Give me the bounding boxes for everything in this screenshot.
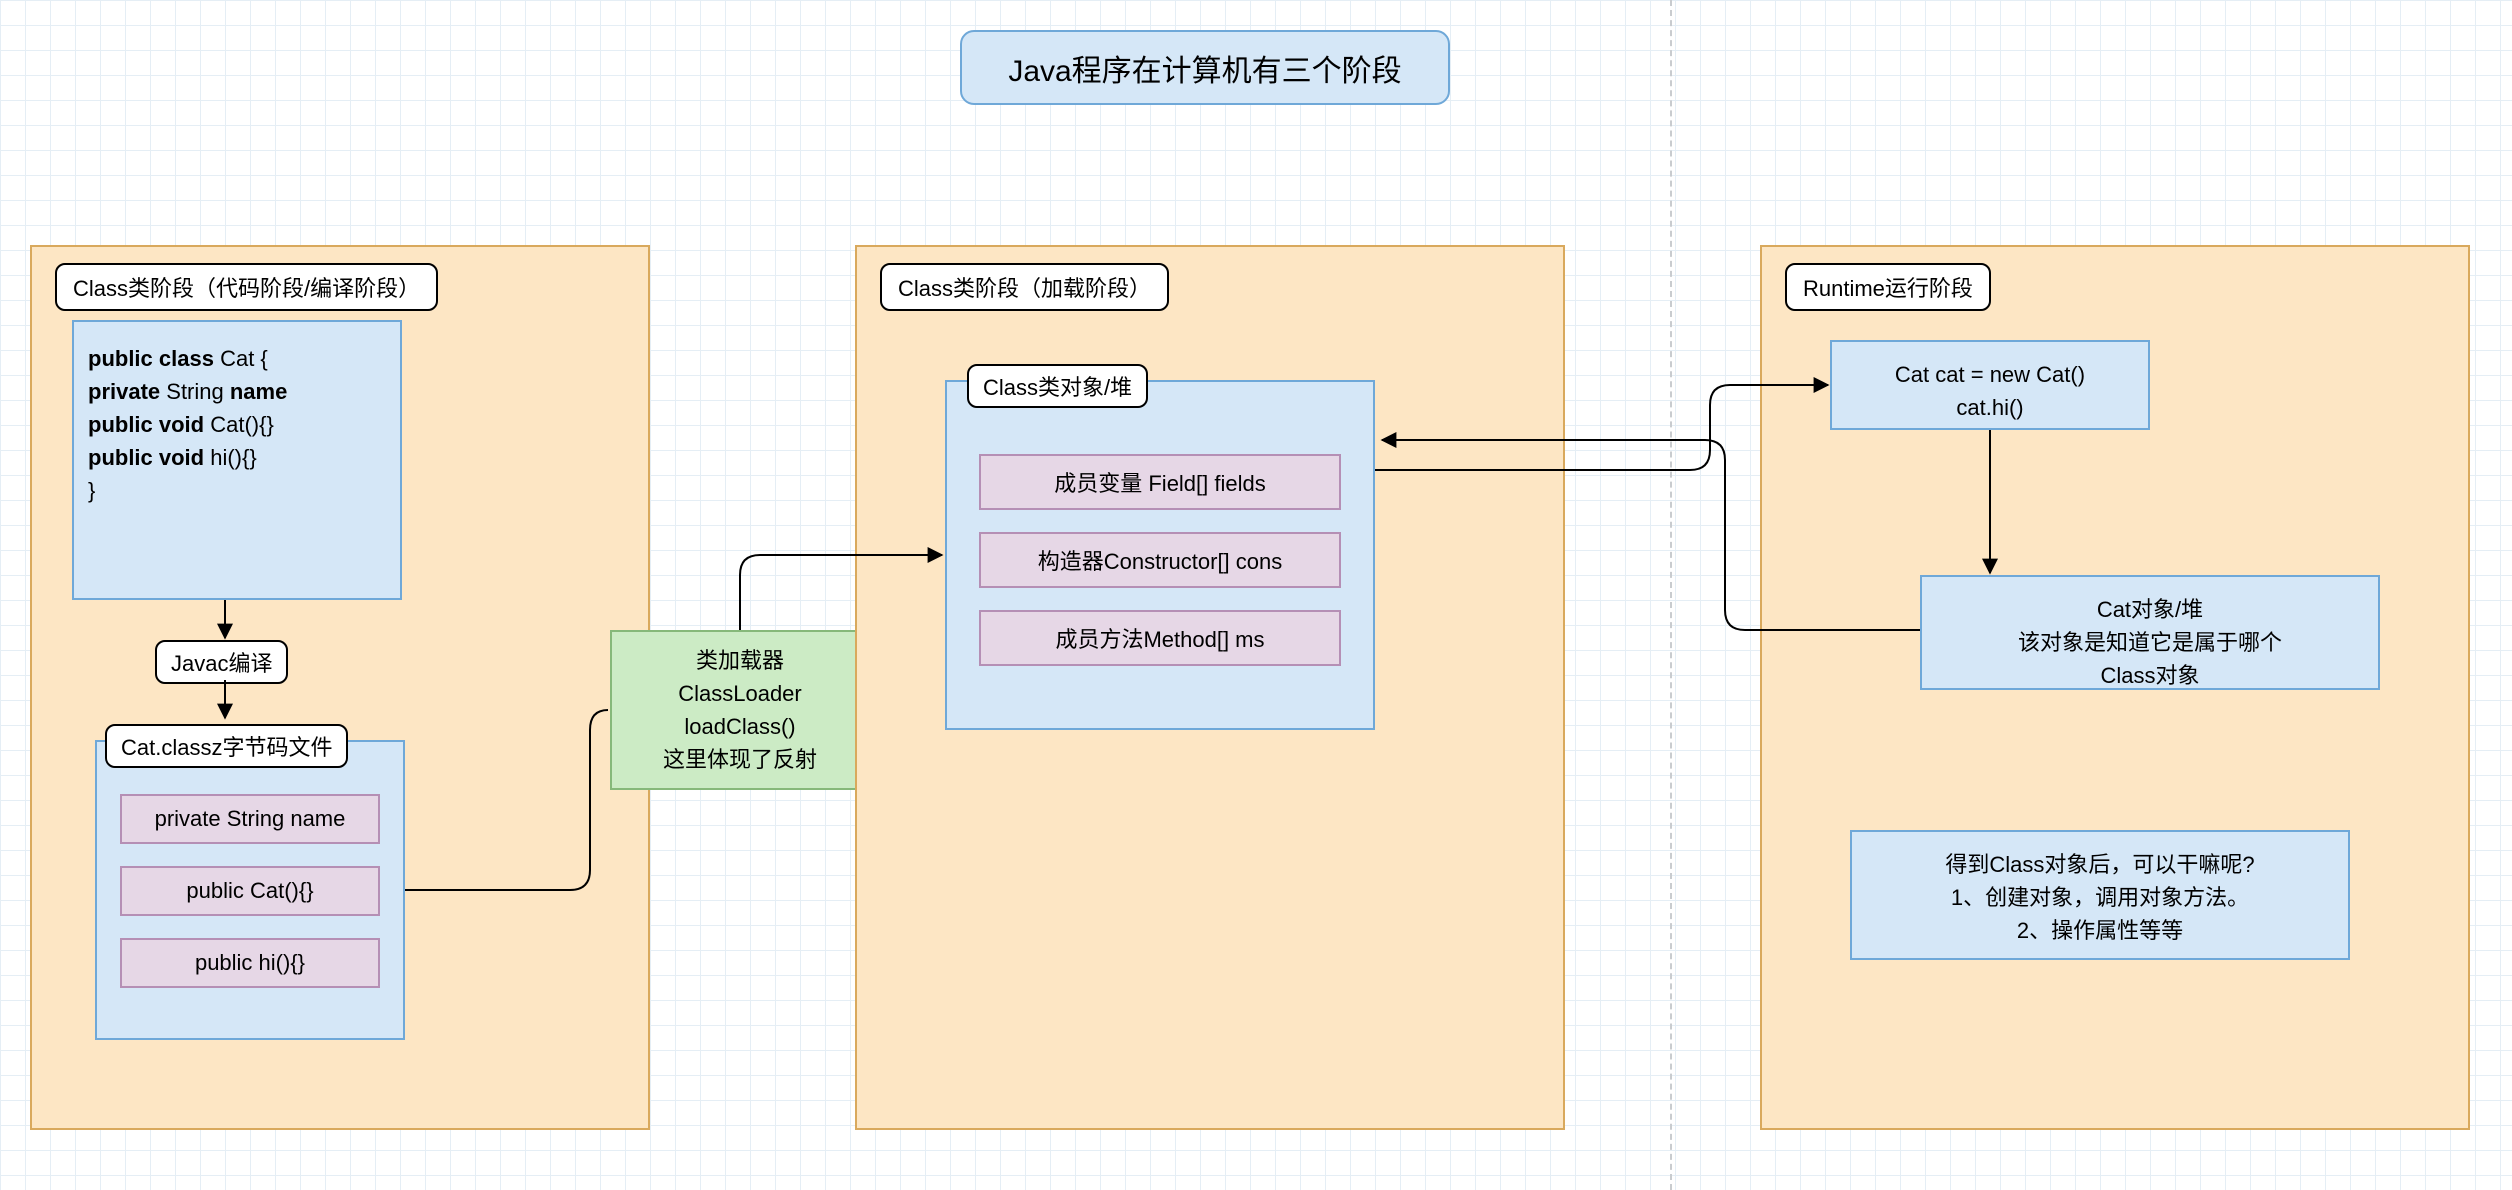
stage-compile-label: Class类阶段（代码阶段/编译阶段）	[55, 263, 438, 311]
diagram-title: Java程序在计算机有三个阶段	[960, 30, 1450, 105]
heap-l1: Cat对象/堆	[1932, 593, 2368, 626]
runtime2: cat.hi()	[1842, 391, 2138, 424]
runtime-code-block: Cat cat = new Cat() cat.hi()	[1830, 340, 2150, 430]
heap-block: Cat对象/堆 该对象是知道它是属于哪个 Class对象	[1920, 575, 2380, 690]
heap-l2: 该对象是知道它是属于哪个	[1932, 626, 2368, 659]
classloader-block: 类加载器 ClassLoader loadClass() 这里体现了反射	[610, 630, 870, 790]
note-l2: 1、创建对象，调用对象方法。	[1862, 881, 2338, 914]
note-text: 得到Class对象后，可以干嘛呢? 1、创建对象，调用对象方法。 2、操作属性等…	[1852, 832, 2348, 963]
class-item-1: 构造器Constructor[] cons	[979, 532, 1341, 588]
class-object-label-text: Class类对象/堆	[983, 375, 1132, 400]
class-item-0: 成员变量 Field[] fields	[979, 454, 1341, 510]
loader-l2: ClassLoader	[612, 677, 868, 710]
class-item-0-text: 成员变量 Field[] fields	[1054, 471, 1266, 496]
stage1-label-text: Class类阶段（代码阶段/编译阶段）	[73, 276, 420, 301]
bytecode-item-0-text: private String name	[155, 806, 346, 831]
class-item-2-text: 成员方法Method[] ms	[1055, 627, 1264, 652]
loader-l4: 这里体现了反射	[612, 743, 868, 776]
bytecode-block: Cat.classz字节码文件 private String name publ…	[95, 740, 405, 1040]
bytecode-item-2: public hi(){}	[120, 938, 380, 988]
heap-l3: Class对象	[1932, 659, 2368, 692]
class-object-label: Class类对象/堆	[967, 364, 1148, 408]
stage-runtime-label: Runtime运行阶段	[1785, 263, 1991, 311]
javac-text: Javac编译	[171, 651, 272, 676]
code-block: public class Cat { private String name p…	[72, 320, 402, 600]
separator	[1670, 0, 1672, 1190]
stage3-label-text: Runtime运行阶段	[1803, 276, 1973, 301]
heap-text: Cat对象/堆 该对象是知道它是属于哪个 Class对象	[1922, 577, 2378, 708]
stage-load-label: Class类阶段（加载阶段）	[880, 263, 1169, 311]
note-l1: 得到Class对象后，可以干嘛呢?	[1862, 848, 2338, 881]
class-item-2: 成员方法Method[] ms	[979, 610, 1341, 666]
bytecode-item-2-text: public hi(){}	[195, 950, 305, 975]
bytecode-item-1-text: public Cat(){}	[186, 878, 313, 903]
loader-l1: 类加载器	[612, 644, 868, 677]
runtime1: Cat cat = new Cat()	[1842, 358, 2138, 391]
note-l3: 2、操作属性等等	[1862, 914, 2338, 947]
runtime-code-text: Cat cat = new Cat() cat.hi()	[1832, 342, 2148, 440]
bytecode-label-text: Cat.classz字节码文件	[121, 735, 332, 760]
code-text: public class Cat { private String name p…	[74, 322, 400, 507]
title-text: Java程序在计算机有三个阶段	[1008, 46, 1401, 90]
stage2-label-text: Class类阶段（加载阶段）	[898, 276, 1151, 301]
javac-label: Javac编译	[155, 640, 288, 684]
bytecode-item-1: public Cat(){}	[120, 866, 380, 916]
loader-l3: loadClass()	[612, 710, 868, 743]
bytecode-label: Cat.classz字节码文件	[105, 724, 348, 768]
class-object-block: Class类对象/堆 成员变量 Field[] fields 构造器Constr…	[945, 380, 1375, 730]
bytecode-item-0: private String name	[120, 794, 380, 844]
note-block: 得到Class对象后，可以干嘛呢? 1、创建对象，调用对象方法。 2、操作属性等…	[1850, 830, 2350, 960]
class-item-1-text: 构造器Constructor[] cons	[1038, 549, 1283, 574]
